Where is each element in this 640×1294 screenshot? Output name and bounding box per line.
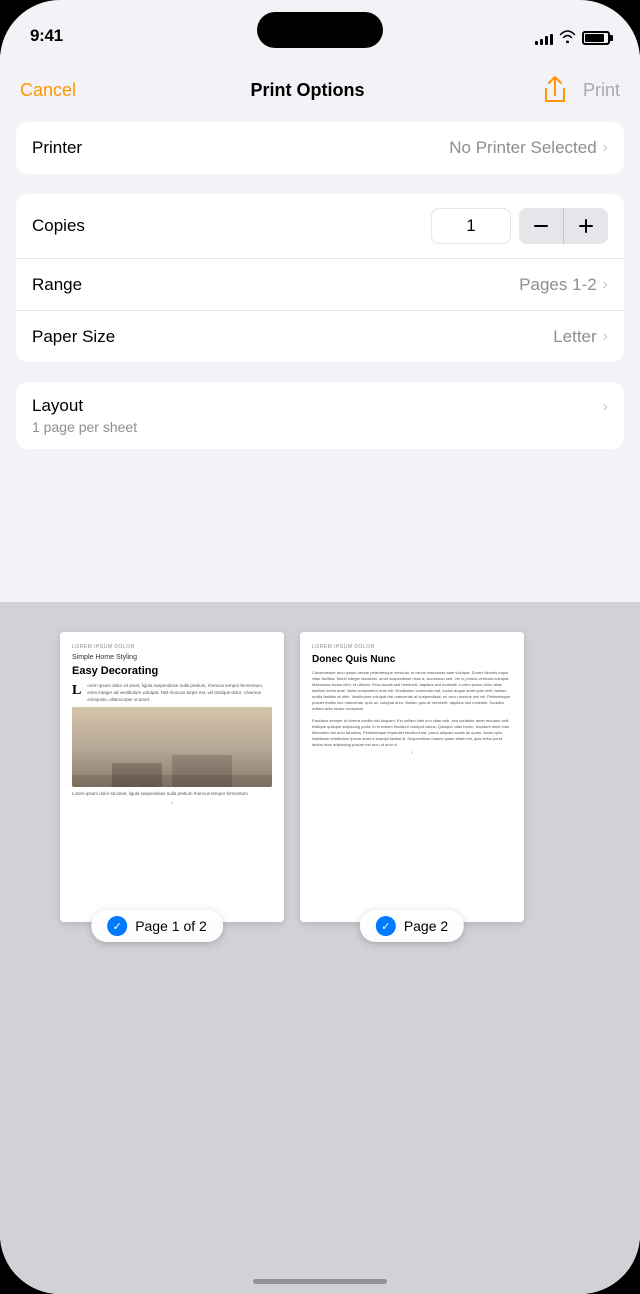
page1-caption: Lorem ipsum dolor sit amet, ligula suspe… [72, 791, 272, 798]
page1-number: 1 [72, 800, 272, 806]
page2-number: 2 [312, 750, 512, 756]
range-value: Pages 1-2 [519, 275, 597, 295]
range-chevron-icon: › [603, 276, 608, 294]
cancel-button[interactable]: Cancel [20, 80, 76, 101]
paper-size-label: Paper Size [32, 327, 115, 347]
options-card: Copies 1 [16, 194, 624, 362]
page1-card: Lorem Ipsum Dolor Simple Home Styling Ea… [60, 632, 284, 922]
page2-check-icon: ✓ [376, 916, 396, 936]
page1-check-icon: ✓ [107, 916, 127, 936]
layout-label: Layout [32, 396, 137, 416]
page2-title: Donec Quis Nunc [312, 653, 512, 667]
share-button[interactable] [539, 74, 571, 106]
page1-label: Page 1 of 2 [135, 918, 207, 934]
page-title: Print Options [251, 80, 365, 101]
share-icon [542, 75, 568, 105]
battery-icon [582, 31, 610, 45]
nav-bar: Cancel Print Options Print [0, 54, 640, 122]
screen: 9:41 [0, 0, 640, 1294]
paper-size-value: Letter [553, 327, 596, 347]
page2-body: Consectetuer arcu ipsum ornare pellentes… [312, 670, 512, 748]
range-value-group: Pages 1-2 › [519, 275, 608, 295]
paper-size-value-group: Letter › [553, 327, 608, 347]
status-icons [535, 30, 610, 46]
page1-drop-body: L orem ipsum dolor sit amet, ligula susp… [72, 683, 272, 703]
printer-row[interactable]: Printer No Printer Selected › [16, 122, 624, 174]
layout-row: Layout 1 page per sheet › [16, 382, 624, 449]
battery-fill [585, 34, 604, 42]
copies-value: 1 [466, 216, 475, 236]
copies-row: Copies 1 [16, 194, 624, 258]
printer-chevron-icon: › [603, 139, 608, 157]
page1-image [72, 707, 272, 787]
range-label: Range [32, 275, 82, 295]
preview-page-1[interactable]: Lorem Ipsum Dolor Simple Home Styling Ea… [30, 632, 284, 922]
copies-count-display: 1 [431, 208, 511, 244]
printer-value-group: No Printer Selected › [449, 138, 608, 158]
page2-label-pill: ✓ Page 2 [360, 910, 464, 942]
dynamic-island [257, 12, 383, 48]
page1-subtitle: Simple Home Styling [72, 653, 272, 663]
copies-stepper: 1 [431, 208, 608, 244]
home-indicator [253, 1279, 387, 1284]
page2-card: Lorem Ipsum Dolor Donec Quis Nunc Consec… [300, 632, 524, 922]
page1-body: orem ipsum dolor sit amet, ligula suspen… [87, 683, 272, 703]
paper-size-row[interactable]: Paper Size Letter › [16, 310, 624, 362]
plus-icon [579, 219, 593, 233]
range-row[interactable]: Range Pages 1-2 › [16, 258, 624, 310]
page1-content: Lorem Ipsum Dolor Simple Home Styling Ea… [60, 632, 284, 922]
copies-increase-button[interactable] [564, 208, 608, 244]
preview-page-2[interactable]: Lorem Ipsum Dolor Donec Quis Nunc Consec… [300, 632, 524, 922]
nav-right-actions: Print [539, 74, 620, 106]
page1-category: Lorem Ipsum Dolor [72, 644, 272, 651]
wifi-icon [559, 30, 576, 46]
page2-label: Page 2 [404, 918, 448, 934]
page2-content: Lorem Ipsum Dolor Donec Quis Nunc Consec… [300, 632, 524, 922]
status-time: 9:41 [30, 26, 63, 46]
copies-label: Copies [32, 216, 85, 236]
printer-value: No Printer Selected [449, 138, 596, 158]
layout-sublabel: 1 page per sheet [32, 419, 137, 435]
room-silhouette [72, 747, 272, 787]
print-button[interactable]: Print [583, 80, 620, 101]
paper-size-chevron-icon: › [603, 328, 608, 346]
phone-frame: 9:41 [0, 0, 640, 1294]
printer-label: Printer [32, 138, 82, 158]
layout-card[interactable]: Layout 1 page per sheet › [16, 382, 624, 449]
page2-category: Lorem Ipsum Dolor [312, 644, 512, 651]
preview-pages-container: Lorem Ipsum Dolor Simple Home Styling Ea… [0, 602, 640, 1294]
copies-decrease-button[interactable] [519, 208, 563, 244]
printer-card: Printer No Printer Selected › [16, 122, 624, 174]
layout-chevron-icon: › [603, 398, 608, 416]
layout-content: Layout 1 page per sheet [32, 396, 137, 435]
page1-label-pill: ✓ Page 1 of 2 [91, 910, 223, 942]
preview-area: Lorem Ipsum Dolor Simple Home Styling Ea… [0, 602, 640, 1294]
minus-icon [534, 225, 548, 227]
signal-icon [535, 31, 553, 45]
page1-title: Easy Decorating [72, 664, 272, 679]
